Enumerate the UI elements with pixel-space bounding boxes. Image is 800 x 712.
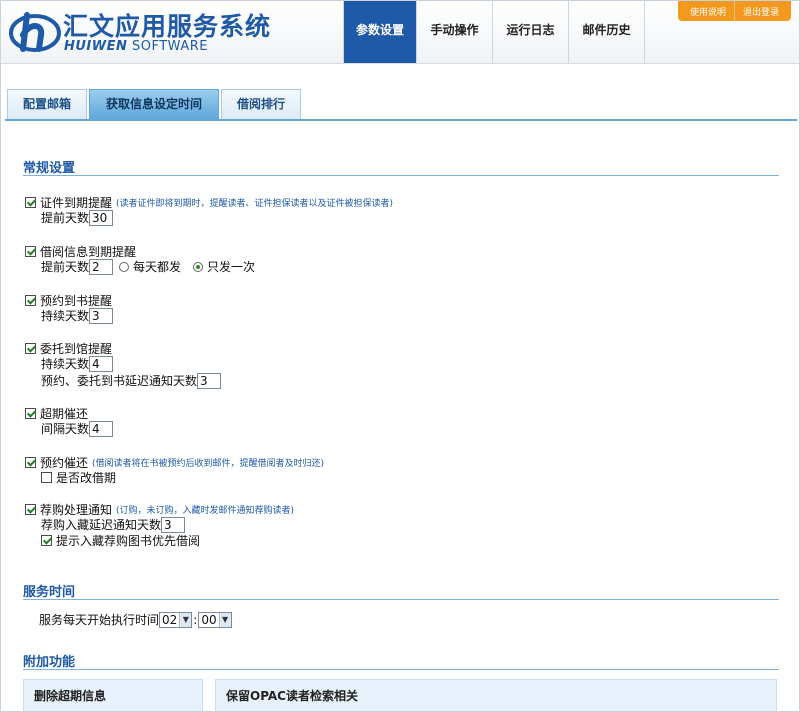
chevron-down-icon: ▼ [218,612,231,627]
main-nav: 参数设置 手动操作 运行日志 邮件历史 [343,1,645,63]
header: 汇文应用服务系统 HUIWEN SOFTWARE 参数设置 手动操作 运行日志 … [1,1,799,64]
minute-value: 00 [201,612,217,627]
opac-retention-title: 保留OPAC读者检索相关 [226,689,358,703]
loan-days-input[interactable]: 2 [89,258,114,275]
brand-subtitle-rest: SOFTWARE [127,39,208,54]
loan-days-row: 提前天数 2 每天都发 只发一次 [41,258,255,275]
brand-title: 汇文应用服务系统 [63,12,272,41]
entrust-days-label: 持续天数 [41,357,90,371]
purchase-priority-row: 提示入藏荐购图书优先借阅 [41,532,200,549]
service-time-row: 服务每天开始执行时间 02 ▼ : 00 ▼ [39,611,232,628]
overdue-days-label: 间隔天数 [41,422,90,436]
daily-radio[interactable] [119,261,130,272]
app-frame: 汇文应用服务系统 HUIWEN SOFTWARE 参数设置 手动操作 运行日志 … [0,0,800,712]
cert-days-row: 提前天数 30 [41,209,114,226]
tab-mailbox-config[interactable]: 配置邮箱 [7,89,87,119]
divider [23,669,779,670]
logout-button[interactable]: 退出登录 [733,1,787,21]
entrust-delay-label: 预约、委托到书延迟通知天数 [41,374,198,388]
purchase-notify-hint: (订购，未订购，入藏时发邮件通知荐购读者) [116,506,295,516]
overdue-days-input[interactable]: 4 [89,420,114,437]
once-radio[interactable] [193,261,204,272]
entrust-delay-row: 预约、委托到书延迟通知天数 3 [41,372,222,389]
change-loan-checkbox[interactable] [41,472,52,483]
nav-run-log[interactable]: 运行日志 [493,1,569,63]
settings-content: 常规设置 证件到期提醒 (读者证件即将到期时，提醒读者、证件担保读者以及证件被担… [1,121,799,711]
divider [23,599,779,600]
tab-bar: 配置邮箱 获取信息设定时间 借阅排行 [5,85,797,121]
top-buttons: 使用说明 退出登录 [677,1,791,21]
help-button[interactable]: 使用说明 [682,1,734,21]
purchase-delay-label: 荐购入藏延迟通知天数 [41,518,162,532]
entrust-days-input[interactable]: 4 [89,355,114,372]
cert-reminder-hint: (读者证件即将到期时，提醒读者、证件担保读者以及证件被担保读者) [116,199,394,209]
change-loan-label: 是否改借期 [56,471,117,485]
overdue-reminder-checkbox[interactable] [25,408,36,419]
loan-reminder-checkbox[interactable] [25,246,36,257]
cert-days-label: 提前天数 [41,211,90,225]
brand-subtitle: HUIWEN SOFTWARE [64,39,208,54]
section-title-service: 服务时间 [23,585,76,600]
huiwen-logo-icon [9,12,61,52]
loan-days-label: 提前天数 [41,260,90,274]
purchase-delay-input[interactable]: 3 [161,516,186,533]
hour-value: 02 [162,612,178,627]
reserve-days-input[interactable]: 3 [89,307,114,324]
reserve-recall-hint: (借阅读者将在书被预约后收到邮件，提醒借阅者及时归还) [92,459,325,469]
cert-days-input[interactable]: 30 [89,209,114,226]
nav-manual-operation[interactable]: 手动操作 [417,1,493,63]
tab-loan-ranking[interactable]: 借阅排行 [221,89,301,119]
reserve-days-row: 持续天数 3 [41,307,114,324]
service-time-label: 服务每天开始执行时间 [39,613,160,627]
purchase-delay-row: 荐购入藏延迟通知天数 3 [41,516,186,533]
entrust-days-row: 持续天数 4 [41,355,114,372]
section-title-general: 常规设置 [23,161,76,176]
chevron-down-icon: ▼ [179,612,192,627]
hour-select[interactable]: 02 ▼ [159,611,193,628]
once-radio-label: 只发一次 [207,260,256,274]
cert-reminder-checkbox[interactable] [25,197,36,208]
purchase-notify-checkbox[interactable] [25,504,36,515]
entrust-delay-input[interactable]: 3 [197,372,222,389]
section-title-extra: 附加功能 [23,655,76,670]
delete-overdue-title: 删除超期信息 [34,689,107,703]
opac-retention-panel: 保留OPAC读者检索相关 [215,679,777,711]
time-separator: : [193,612,198,627]
reserve-days-label: 持续天数 [41,309,90,323]
change-loan-row: 是否改借期 [41,469,116,486]
overdue-days-row: 间隔天数 4 [41,420,114,437]
purchase-priority-checkbox[interactable] [41,535,52,546]
delete-overdue-panel: 删除超期信息 [23,679,203,711]
nav-mail-history[interactable]: 邮件历史 [569,1,645,63]
nav-parameter-settings[interactable]: 参数设置 [343,1,417,63]
brand-subtitle-bold: HUIWEN [64,39,128,54]
reserve-reminder-checkbox[interactable] [25,295,36,306]
tab-fetch-schedule[interactable]: 获取信息设定时间 [89,89,219,119]
entrust-reminder-checkbox[interactable] [25,343,36,354]
minute-select[interactable]: 00 ▼ [198,611,232,628]
reserve-recall-checkbox[interactable] [25,457,36,468]
purchase-priority-label: 提示入藏荐购图书优先借阅 [56,534,201,548]
daily-radio-label: 每天都发 [133,260,182,274]
divider [23,175,779,176]
